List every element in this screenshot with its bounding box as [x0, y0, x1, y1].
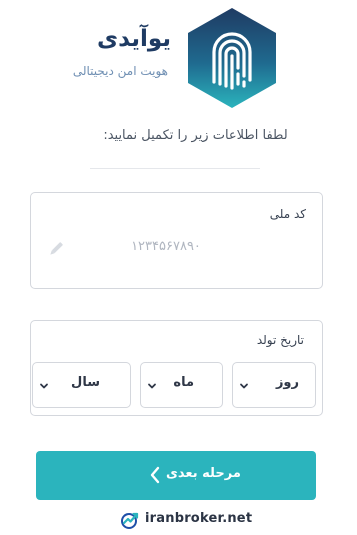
- chevron-down-icon: [240, 383, 248, 389]
- footer-brand-text: iranbroker.net: [145, 511, 253, 526]
- day-select[interactable]: روز: [232, 362, 316, 408]
- fingerprint-icon: [188, 8, 276, 108]
- brand-tagline: هویت امن دیجیتالی: [72, 64, 168, 78]
- divider: [90, 168, 260, 169]
- header: یوآیدی هویت امن دیجیتالی: [0, 0, 357, 120]
- national-code-input[interactable]: ۱۲۳۴۵۶۷۸۹۰: [111, 239, 221, 254]
- next-step-button[interactable]: مرحله بعدی: [36, 451, 316, 500]
- chevron-down-icon: [40, 383, 48, 389]
- brand-name: یوآیدی: [97, 26, 171, 52]
- trend-check-icon: [121, 512, 139, 529]
- next-step-label: مرحله بعدی: [166, 466, 241, 481]
- birth-date-label: تاریخ تولد: [256, 333, 304, 347]
- day-select-label: روز: [275, 375, 299, 390]
- pencil-icon[interactable]: [47, 240, 65, 258]
- instruction-text: لطفا اطلاعات زیر را تکمیل نمایید:: [103, 128, 288, 143]
- month-select[interactable]: ماه: [140, 362, 223, 408]
- chevron-left-icon: [150, 466, 160, 484]
- year-select-label: سال: [71, 375, 100, 390]
- chevron-down-icon: [148, 383, 156, 389]
- national-code-label: کد ملی: [269, 207, 306, 221]
- national-code-field[interactable]: کد ملی ۱۲۳۴۵۶۷۸۹۰: [30, 192, 323, 289]
- month-select-label: ماه: [173, 375, 194, 390]
- year-select[interactable]: سال: [32, 362, 131, 408]
